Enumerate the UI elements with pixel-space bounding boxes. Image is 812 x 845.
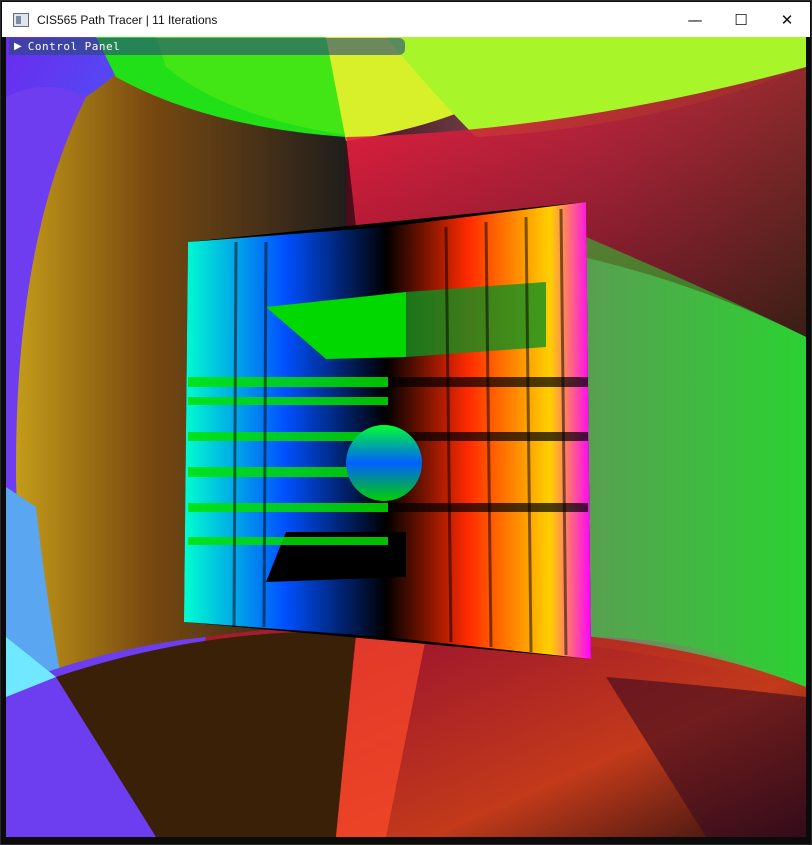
maximize-button[interactable]: ☐ [718,2,764,37]
close-button[interactable]: ✕ [764,2,810,37]
collapse-arrow-icon[interactable]: ▶ [14,41,22,52]
minimize-button[interactable]: — [672,2,718,37]
control-panel-label: Control Panel [27,40,121,53]
app-icon [13,12,29,27]
app-window: CIS565 Path Tracer | 11 Iterations — ☐ ✕ [0,0,812,845]
close-icon: ✕ [780,10,794,29]
maximize-icon: ☐ [734,10,748,29]
window-title: CIS565 Path Tracer | 11 Iterations [37,12,218,27]
render-image [6,37,806,837]
minimize-icon: — [687,10,703,29]
title-bar[interactable]: CIS565 Path Tracer | 11 Iterations — ☐ ✕ [2,2,810,37]
render-viewport[interactable]: ▶ Control Panel [6,37,806,837]
window-controls: — ☐ ✕ [672,2,810,37]
control-panel-header[interactable]: ▶ Control Panel [9,38,405,55]
